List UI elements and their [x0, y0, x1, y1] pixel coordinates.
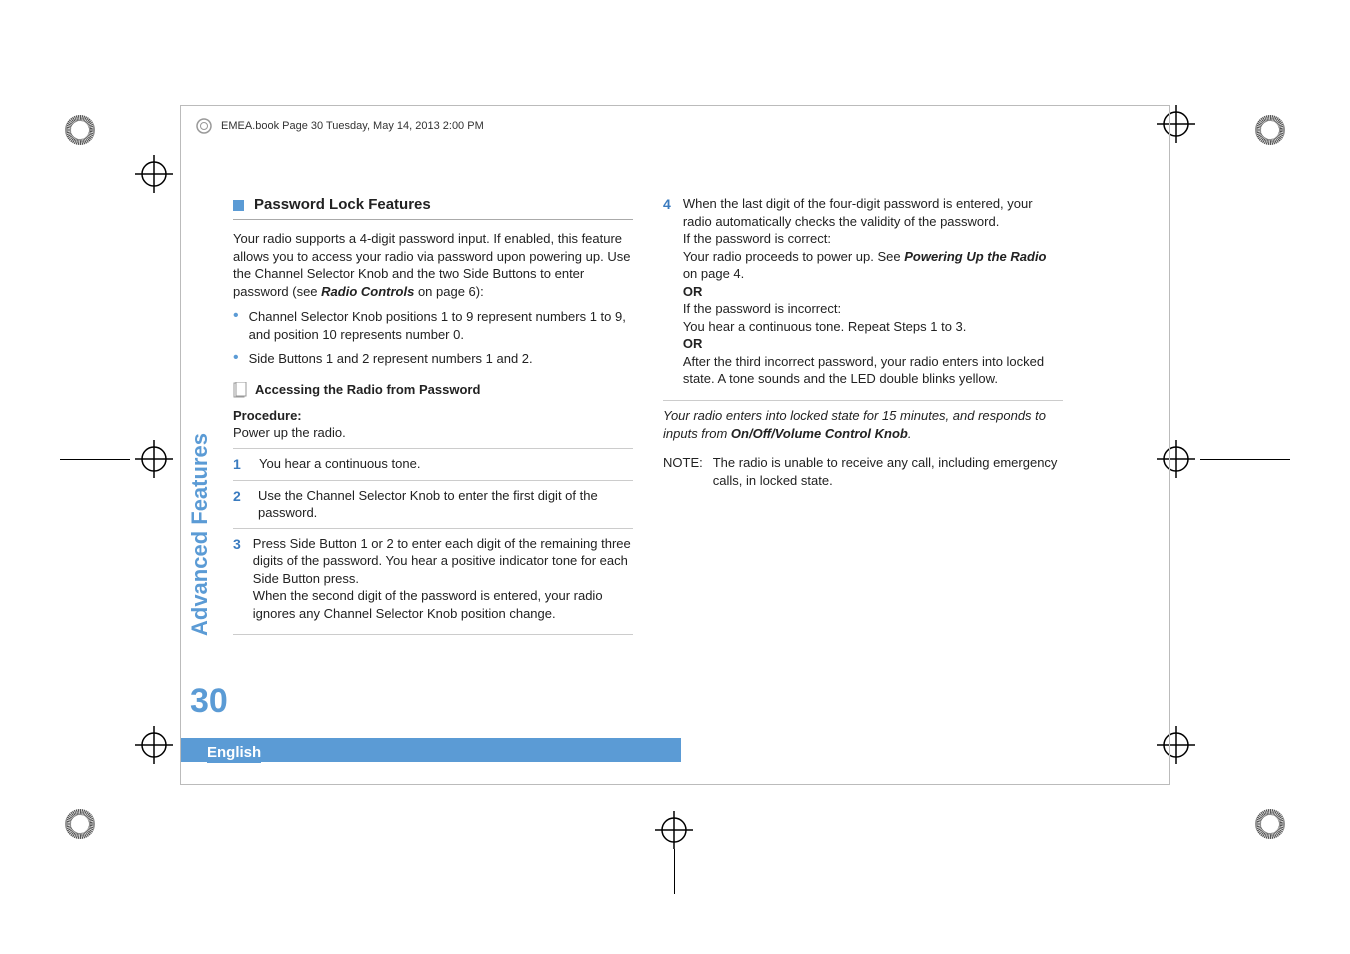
note-row: NOTE: The radio is unable to receive any…	[663, 454, 1063, 489]
bullet-text: Side Buttons 1 and 2 represent numbers 1…	[249, 350, 533, 368]
locked-note-post: .	[908, 426, 912, 441]
print-burst-icon	[1255, 809, 1285, 839]
print-burst-icon	[65, 115, 95, 145]
bullet-list: • Channel Selector Knob positions 1 to 9…	[233, 308, 633, 367]
registration-mark-icon	[135, 155, 173, 193]
locked-note-ref: On/Off/Volume Control Knob	[731, 426, 908, 441]
step-line: When the last digit of the four-digit pa…	[683, 196, 1033, 229]
print-burst-icon	[65, 809, 95, 839]
step-ref: Powering Up the Radio	[904, 249, 1046, 264]
intro-paragraph: Your radio supports a 4-digit password i…	[233, 230, 633, 300]
registration-mark-icon	[655, 811, 693, 849]
step-text: You hear a continuous tone.	[259, 455, 420, 474]
crop-line	[60, 459, 130, 460]
registration-mark-icon	[135, 726, 173, 764]
step-number: 2	[233, 487, 246, 522]
note-label: NOTE:	[663, 454, 703, 489]
divider	[663, 400, 1063, 401]
step-row: 2 Use the Channel Selector Knob to enter…	[233, 480, 633, 528]
step-number: 4	[663, 195, 671, 388]
note-text: The radio is unable to receive any call,…	[713, 454, 1063, 489]
section-tab-label: Advanced Features	[187, 433, 213, 636]
section-title: Password Lock Features	[254, 195, 431, 215]
crop-line	[1200, 459, 1290, 460]
step-text: When the last digit of the four-digit pa…	[683, 195, 1063, 388]
intro-text-b: on page 6):	[414, 284, 483, 299]
section-heading-row: Password Lock Features	[233, 195, 633, 215]
page-header: EMEA.book Page 30 Tuesday, May 14, 2013 …	[195, 117, 484, 135]
right-column: 4 When the last digit of the four-digit …	[663, 195, 1063, 641]
step-text-b: When the second digit of the password is…	[253, 588, 603, 621]
subheading: Accessing the Radio from Password	[255, 381, 480, 399]
procedure-label: Procedure:	[233, 407, 633, 425]
page-content: Password Lock Features Your radio suppor…	[233, 195, 1063, 641]
step-line: If the password is correct:	[683, 231, 831, 246]
list-item: • Side Buttons 1 and 2 represent numbers…	[233, 350, 633, 368]
language-label: English	[207, 742, 261, 763]
step-line: You hear a continuous tone. Repeat Steps…	[683, 319, 967, 334]
divider	[233, 634, 633, 635]
crop-line	[674, 849, 675, 894]
or-label: OR	[683, 336, 703, 351]
step-line-post: on page 4.	[683, 266, 744, 281]
list-item: • Channel Selector Knob positions 1 to 9…	[233, 308, 633, 343]
or-label: OR	[683, 284, 703, 299]
step-text-a: Press Side Button 1 or 2 to enter each d…	[253, 536, 631, 586]
procedure-text: Power up the radio.	[233, 424, 633, 442]
header-ring-icon	[195, 117, 213, 135]
intro-ref: Radio Controls	[321, 284, 414, 299]
header-text: EMEA.book Page 30 Tuesday, May 14, 2013 …	[221, 120, 484, 132]
print-burst-icon	[1255, 115, 1285, 145]
step-number: 3	[233, 535, 241, 623]
step-row: 4 When the last digit of the four-digit …	[663, 195, 1063, 394]
step-text: Press Side Button 1 or 2 to enter each d…	[253, 535, 633, 623]
registration-mark-icon	[135, 440, 173, 478]
bullet-icon: •	[233, 350, 239, 368]
step-number: 1	[233, 455, 247, 474]
step-row: 1 You hear a continuous tone.	[233, 448, 633, 480]
step-line: If the password is incorrect:	[683, 301, 841, 316]
section-marker-icon	[233, 200, 244, 211]
page-number: 30	[190, 682, 228, 721]
subheading-row: Accessing the Radio from Password	[233, 381, 633, 399]
divider	[233, 219, 633, 220]
steps-list: 1 You hear a continuous tone. 2 Use the …	[233, 448, 633, 636]
locked-note: Your radio enters into locked state for …	[663, 407, 1063, 442]
step-line-pre: Your radio proceeds to power up. See	[683, 249, 904, 264]
bullet-text: Channel Selector Knob positions 1 to 9 r…	[249, 308, 633, 343]
left-column: Password Lock Features Your radio suppor…	[233, 195, 633, 641]
bullet-icon: •	[233, 308, 239, 343]
page-icon	[233, 382, 247, 398]
step-line: After the third incorrect password, your…	[683, 354, 1044, 387]
step-text: Use the Channel Selector Knob to enter t…	[258, 487, 633, 522]
step-row: 3 Press Side Button 1 or 2 to enter each…	[233, 528, 633, 629]
